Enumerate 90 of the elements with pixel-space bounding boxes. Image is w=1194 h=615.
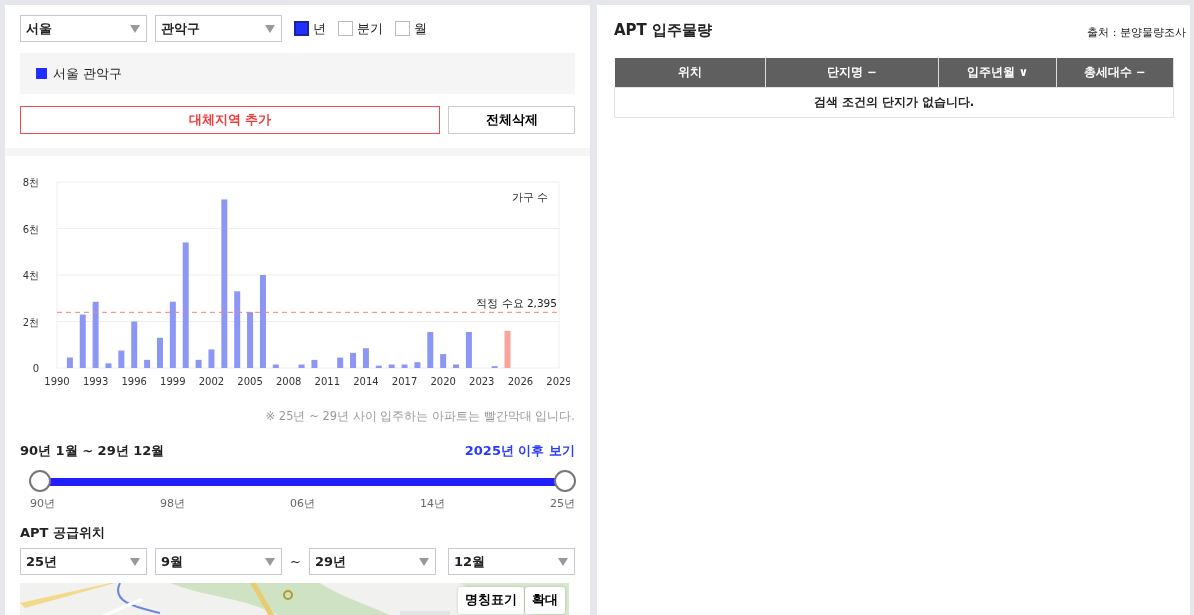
tick-label: 98년 [160,496,185,513]
axis-label: 2002 [198,375,225,387]
column-header[interactable]: 위치 [614,57,766,88]
bar [105,362,112,368]
bar [208,349,215,368]
axis-label: 8천 [22,176,39,188]
axis-label: 6천 [22,223,39,235]
bar [298,364,305,368]
caret-icon [558,557,568,566]
checkbox-label: 년 [313,19,326,38]
bar [156,337,163,368]
dropdown[interactable]: 29년 [308,548,436,576]
dropdown[interactable]: 관악구 [155,15,282,42]
axis-label: 2008 [275,375,302,387]
column-header[interactable]: 단지명 − [765,57,939,88]
bar [440,353,447,368]
bar [247,311,254,368]
section-title: APT 공급위치 [20,524,105,540]
checkbox-label: 분기 [357,19,383,38]
bar [79,314,86,368]
bar [131,321,138,368]
bar [362,347,369,368]
caret-icon [130,24,140,33]
axis-label: 2천 [22,316,39,328]
bar [465,331,472,368]
dropdown[interactable]: 12월 [448,548,575,576]
axis-label: 1990 [44,375,70,387]
axis-label: 1996 [121,375,147,387]
axis-label: 2020 [430,375,456,387]
axis-label: 2011 [314,375,341,387]
range-label: 90년 1월 ~ 29년 12월 [20,441,165,460]
caret-icon [265,557,275,566]
dropdown[interactable]: 9월 [155,548,282,576]
axis-label: 2026 [507,375,534,387]
zoom-button[interactable]: 확대 [525,587,565,615]
delete-all-button[interactable]: 전체삭제 [448,106,575,134]
tick-label: 25년 [550,496,575,513]
column-header[interactable]: 입주년월 ∨ [938,57,1057,88]
tick-label: 14년 [420,496,445,513]
axis-label: 1999 [160,375,186,387]
bar [491,365,498,368]
checkbox-label: 월 [414,19,427,38]
unit-label: 가구 수 [511,190,548,204]
caret-icon [418,557,429,566]
caret-icon [130,557,140,566]
slider-handle[interactable] [554,470,576,493]
axis-label: 1993 [82,375,109,387]
dropdown[interactable]: 25년 [20,548,147,576]
bar [195,359,202,368]
threshold-label: 적정 수요 2,395 [476,296,557,309]
dropdown[interactable]: 서울 [20,15,147,42]
view-after-2025-link[interactable]: 2025년 이후 보기 [464,440,575,461]
slider-handle[interactable] [29,470,51,493]
bar [401,364,408,368]
axis-label: 2023 [469,375,495,387]
checkbox[interactable] [338,21,353,36]
axis-label: 2017 [391,375,418,387]
add-region-button[interactable]: 대체지역 추가 [20,106,440,134]
bar [144,359,151,368]
bar [92,301,99,368]
axis-label: 4천 [22,269,39,281]
bar [311,359,318,368]
labels-button[interactable]: 명칭표기 [458,587,524,615]
panel-title: APT 입주물량 [614,20,713,41]
axis-label: 0 [32,362,39,374]
checkbox[interactable] [395,21,410,36]
source-text: 출처 : 분양물량조사 [1087,25,1186,41]
tick-label: 90년 [30,496,55,513]
checkbox[interactable] [294,21,309,36]
bar [272,364,279,368]
bar [337,357,344,368]
bar [66,357,73,368]
bar [453,364,460,368]
bar [118,350,125,368]
legend-label: 서울 관악구 [53,64,123,83]
column-header[interactable]: 총세대수 − [1056,57,1174,88]
bar [504,330,511,368]
axis-label: 2014 [353,375,379,387]
bar [414,361,421,368]
bar [427,331,434,368]
chart-note: ※ 25년 ~ 29년 사이 입주하는 아파트는 빨간막대 입니다. [264,407,575,425]
bar [388,364,395,368]
tick-label: 06년 [290,496,315,513]
empty-message: 검색 조건의 단지가 없습니다. [614,87,1174,118]
bar [375,365,382,368]
bar [350,352,357,368]
bar [169,301,176,368]
axis-label: 2005 [237,375,263,387]
caret-icon [265,24,275,33]
range-separator: ~ [290,553,301,572]
